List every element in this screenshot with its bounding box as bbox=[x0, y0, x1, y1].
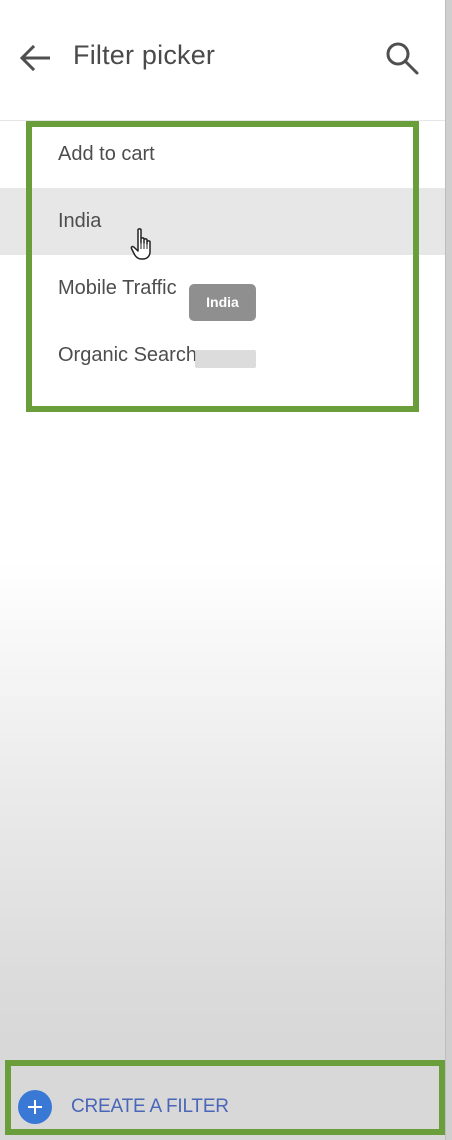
list-item-label: Add to cart bbox=[58, 143, 155, 165]
list-item[interactable]: India bbox=[0, 188, 445, 255]
search-icon bbox=[386, 42, 419, 75]
list-item-label: India bbox=[58, 210, 102, 232]
list-item-label: Organic Search bbox=[58, 344, 197, 366]
list-item[interactable]: Add to cart bbox=[0, 121, 445, 188]
page-title: Filter picker bbox=[73, 40, 216, 70]
filter-list: Add to cart India Mobile Traffic Organic… bbox=[0, 121, 445, 389]
list-item-label: Mobile Traffic bbox=[58, 277, 177, 299]
create-filter-label: CREATE A FILTER bbox=[71, 1096, 229, 1117]
filter-picker-header: Filter picker bbox=[0, 0, 445, 121]
drag-tooltip: India bbox=[189, 284, 256, 321]
panel-edge bbox=[445, 0, 452, 1140]
create-filter-button[interactable]: CREATE A FILTER bbox=[14, 1072, 434, 1124]
arrow-left-icon bbox=[19, 44, 50, 72]
drag-ghost-chip bbox=[195, 350, 256, 368]
back-button[interactable] bbox=[14, 36, 58, 80]
plus-circle-icon bbox=[18, 1090, 52, 1124]
search-button[interactable] bbox=[380, 36, 424, 80]
hand-cursor-icon bbox=[130, 228, 151, 260]
